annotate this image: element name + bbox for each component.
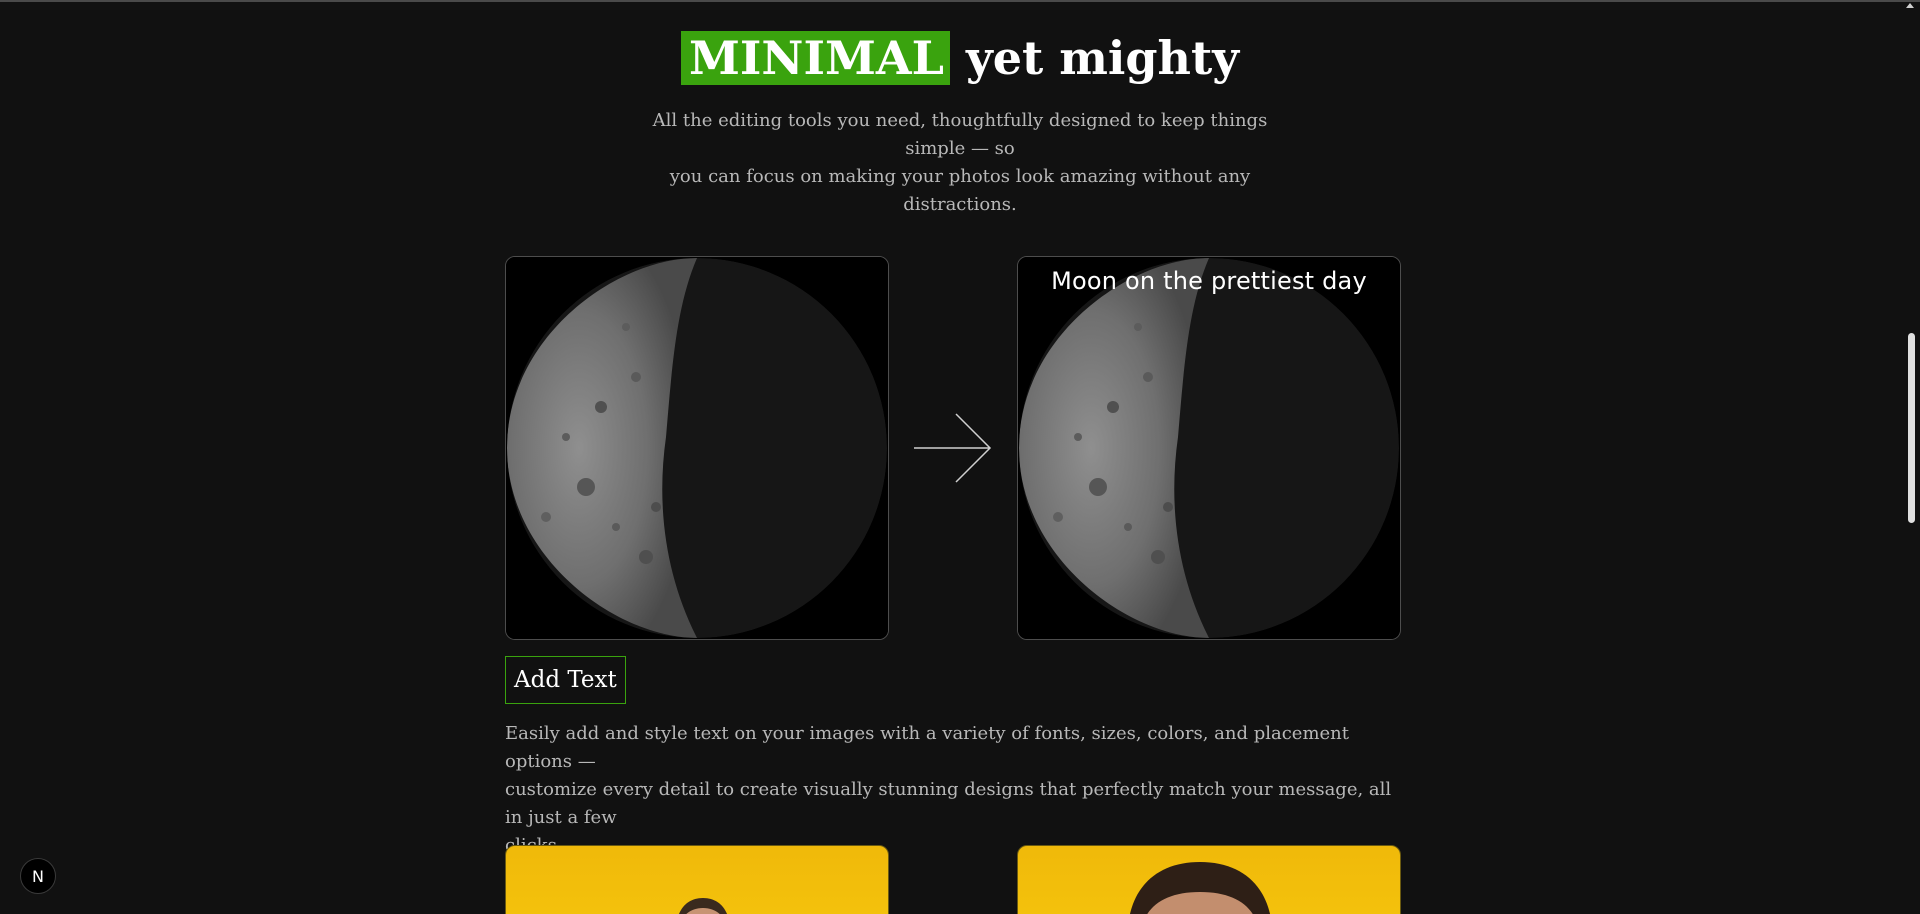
page: MINIMAL yet mighty All the editing tools… [0,0,1920,914]
image-overlay-text: Moon on the prettiest day [1051,267,1367,295]
scroll-up-arrow-icon[interactable] [1906,3,1914,8]
hero-title-highlight: MINIMAL [681,31,950,85]
feature-description-line: customize every detail to create visuall… [505,779,1392,828]
portrait-image [1130,862,1270,914]
after-image-card: Moon on the prettiest day [1017,256,1401,640]
top-divider [0,0,1920,2]
portrait-after-card [1017,845,1401,914]
portrait-image [678,898,728,914]
hero-title-rest: yet mighty [965,31,1239,85]
scrollbar-thumb[interactable] [1908,333,1915,523]
hero-title: MINIMAL yet mighty [0,30,1920,86]
hero-subtitle-line: you can focus on making your photos look… [669,166,1251,215]
portrait-before-card [505,845,889,914]
nextjs-logo-icon[interactable]: N [20,858,56,894]
add-text-button[interactable]: Add Text [505,656,626,704]
moon-image-with-text [1018,257,1400,639]
before-image-card [505,256,889,640]
feature-description-line: Easily add and style text on your images… [505,723,1350,772]
moon-image [506,257,888,639]
hero-subtitle-line: All the editing tools you need, thoughtf… [652,110,1268,159]
hero-subtitle: All the editing tools you need, thoughtf… [620,107,1300,219]
feature-description: Easily add and style text on your images… [505,720,1405,860]
arrow-right-icon [914,413,992,483]
